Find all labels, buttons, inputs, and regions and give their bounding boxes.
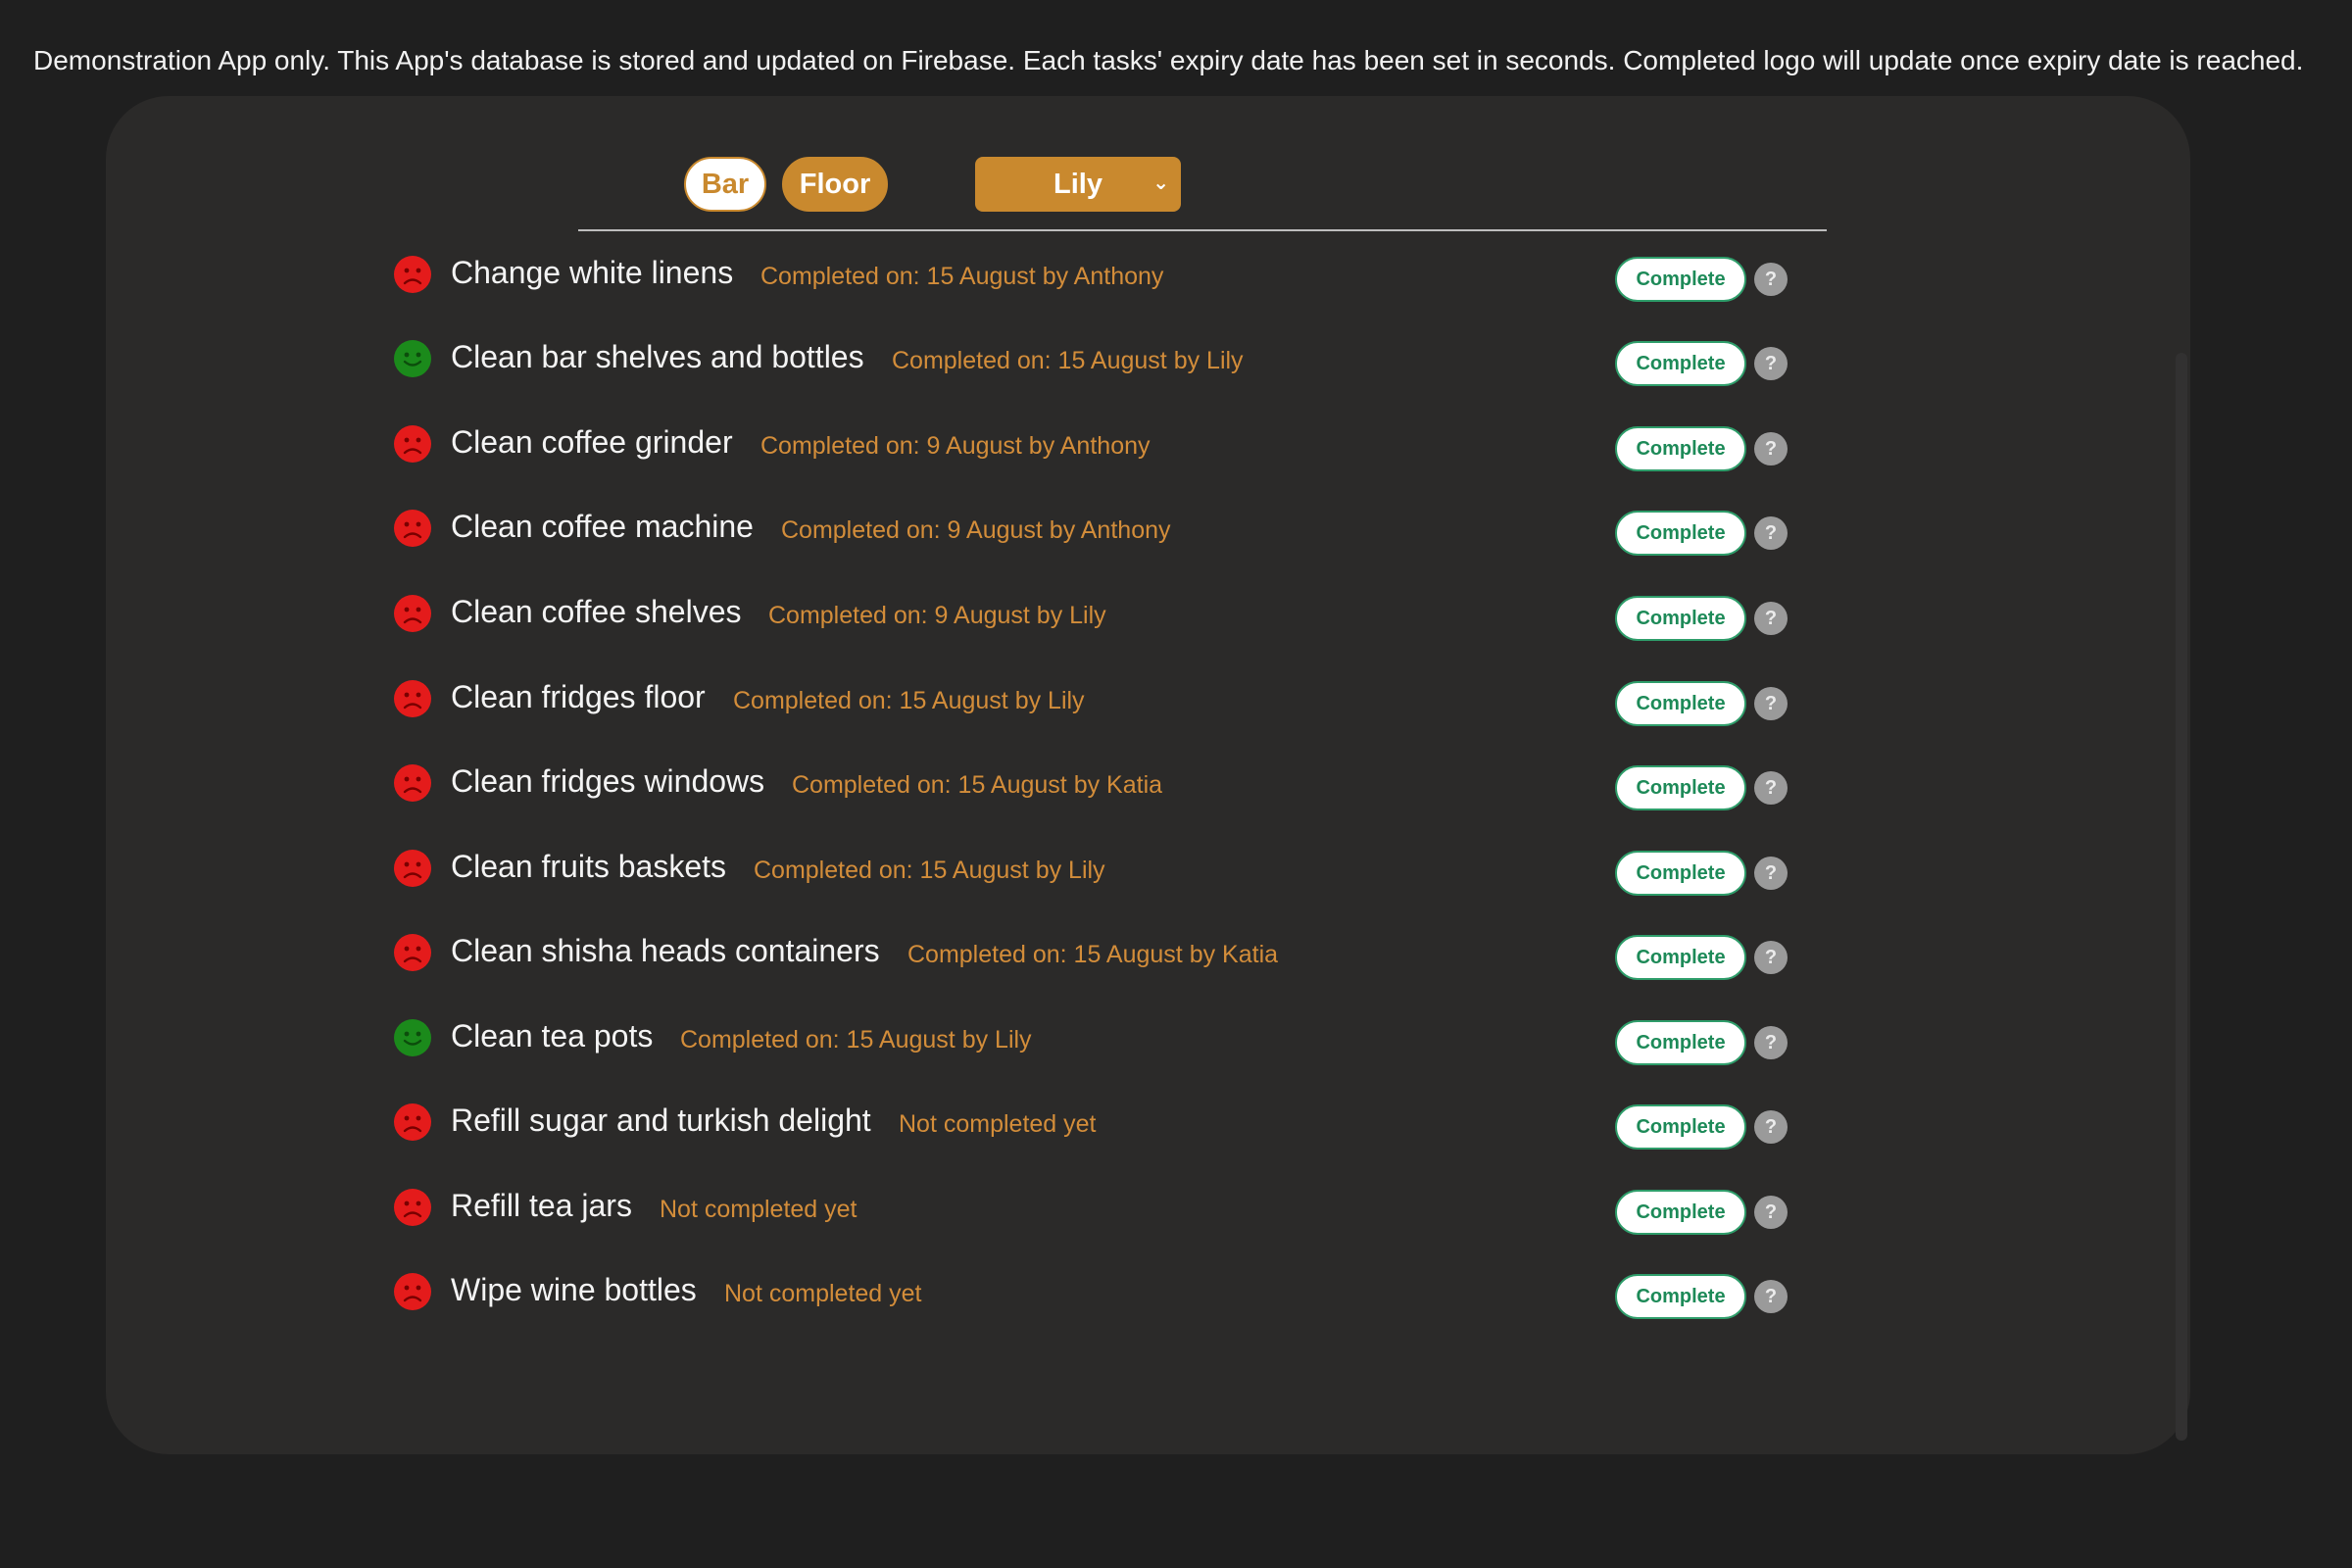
task-name: Clean coffee shelves <box>451 594 742 629</box>
complete-button[interactable]: Complete <box>1615 341 1746 386</box>
task-name: Clean bar shelves and bottles <box>451 339 864 374</box>
complete-button[interactable]: Complete <box>1615 1104 1746 1150</box>
task-name: Clean coffee grinder <box>451 424 733 460</box>
complete-button[interactable]: Complete <box>1615 511 1746 556</box>
task-status: Completed on: 9 August by Lily <box>768 602 1106 629</box>
task-name: Clean coffee machine <box>451 509 754 544</box>
sad-face-icon <box>394 1189 431 1226</box>
task-name: Clean fridges floor <box>451 679 706 714</box>
sad-face-icon <box>394 764 431 802</box>
sad-face-icon <box>394 1103 431 1141</box>
complete-button[interactable]: Complete <box>1615 681 1746 726</box>
help-icon[interactable]: ? <box>1754 602 1788 635</box>
task-name: Clean shisha heads containers <box>451 933 880 968</box>
task-row: Clean fruits baskets Completed on: 15 Aug… <box>385 839 1796 898</box>
task-status: Completed on: 15 August by Lily <box>892 347 1244 374</box>
task-status: Completed on: 15 August by Lily <box>754 857 1105 884</box>
floor-filter-button[interactable]: Floor <box>782 157 888 212</box>
filter-bar: Bar Floor Lily ⌄ <box>578 157 1827 231</box>
task-name: Refill tea jars <box>451 1188 632 1223</box>
task-row: Clean coffee shelves Completed on: 9 Augu… <box>385 584 1796 643</box>
task-row: Refill tea jars Not completed yet Complete… <box>385 1178 1796 1237</box>
task-row: Clean bar shelves and bottles Completed o… <box>385 329 1796 388</box>
task-name: Wipe wine bottles <box>451 1272 697 1307</box>
task-name: Refill sugar and turkish delight <box>451 1102 871 1138</box>
help-icon[interactable]: ? <box>1754 1026 1788 1059</box>
happy-face-icon <box>394 1019 431 1056</box>
bar-filter-button[interactable]: Bar <box>684 157 766 212</box>
task-status: Completed on: 15 August by Lily <box>733 687 1085 714</box>
help-icon[interactable]: ? <box>1754 687 1788 720</box>
task-name: Clean fridges windows <box>451 763 765 799</box>
help-icon[interactable]: ? <box>1754 347 1788 380</box>
sad-face-icon <box>394 934 431 971</box>
sad-face-icon <box>394 425 431 463</box>
task-status: Completed on: 15 August by Lily <box>680 1026 1032 1054</box>
sad-face-icon <box>394 595 431 632</box>
task-status: Completed on: 15 August by Katia <box>792 771 1163 799</box>
task-row: Clean coffee machine Completed on: 9 Augu… <box>385 499 1796 558</box>
help-icon[interactable]: ? <box>1754 1196 1788 1229</box>
sad-face-icon <box>394 680 431 717</box>
help-icon[interactable]: ? <box>1754 1280 1788 1313</box>
task-status: Completed on: 15 August by Katia <box>907 941 1279 968</box>
task-row: Clean fridges floor Completed on: 15 Augu… <box>385 669 1796 728</box>
task-row: Refill sugar and turkish delight Not comp… <box>385 1093 1796 1152</box>
help-icon[interactable]: ? <box>1754 516 1788 550</box>
staff-select[interactable]: Lily ⌄ <box>975 157 1181 212</box>
help-icon[interactable]: ? <box>1754 1110 1788 1144</box>
task-status: Completed on: 9 August by Anthony <box>760 432 1151 460</box>
task-status: Not completed yet <box>724 1280 922 1307</box>
help-icon[interactable]: ? <box>1754 771 1788 805</box>
help-icon[interactable]: ? <box>1754 857 1788 890</box>
help-icon[interactable]: ? <box>1754 432 1788 466</box>
sad-face-icon <box>394 510 431 547</box>
task-status: Completed on: 15 August by Anthony <box>760 263 1164 290</box>
task-name: Change white linens <box>451 255 734 290</box>
task-status: Completed on: 9 August by Anthony <box>781 516 1171 544</box>
complete-button[interactable]: Complete <box>1615 1020 1746 1065</box>
staff-select-value: Lily <box>1054 168 1102 200</box>
complete-button[interactable]: Complete <box>1615 1190 1746 1235</box>
complete-button[interactable]: Complete <box>1615 1274 1746 1319</box>
happy-face-icon <box>394 340 431 377</box>
task-row: Wipe wine bottles Not completed yet Comple… <box>385 1262 1796 1321</box>
sad-face-icon <box>394 850 431 887</box>
complete-button[interactable]: Complete <box>1615 596 1746 641</box>
help-icon[interactable]: ? <box>1754 263 1788 296</box>
task-row: Change white linens Completed on: 15 Augu… <box>385 245 1796 304</box>
complete-button[interactable]: Complete <box>1615 765 1746 810</box>
complete-button[interactable]: Complete <box>1615 935 1746 980</box>
task-row: Clean tea pots Completed on: 15 August by… <box>385 1008 1796 1067</box>
task-row: Clean fridges windows Completed on: 15 Au… <box>385 754 1796 812</box>
help-icon[interactable]: ? <box>1754 941 1788 974</box>
scrollbar-track[interactable] <box>2176 353 2187 1441</box>
task-status: Not completed yet <box>899 1110 1097 1138</box>
complete-button[interactable]: Complete <box>1615 426 1746 471</box>
task-row: Clean shisha heads containers Completed o… <box>385 923 1796 982</box>
complete-button[interactable]: Complete <box>1615 851 1746 896</box>
task-row: Clean coffee grinder Completed on: 9 Augu… <box>385 415 1796 473</box>
sad-face-icon <box>394 256 431 293</box>
demo-notice: Demonstration App only. This App's datab… <box>33 45 2304 75</box>
task-name: Clean fruits baskets <box>451 849 727 884</box>
task-name: Clean tea pots <box>451 1018 654 1054</box>
chevron-down-icon: ⌄ <box>1152 172 1169 194</box>
sad-face-icon <box>394 1273 431 1310</box>
task-status: Not completed yet <box>660 1196 858 1223</box>
complete-button[interactable]: Complete <box>1615 257 1746 302</box>
